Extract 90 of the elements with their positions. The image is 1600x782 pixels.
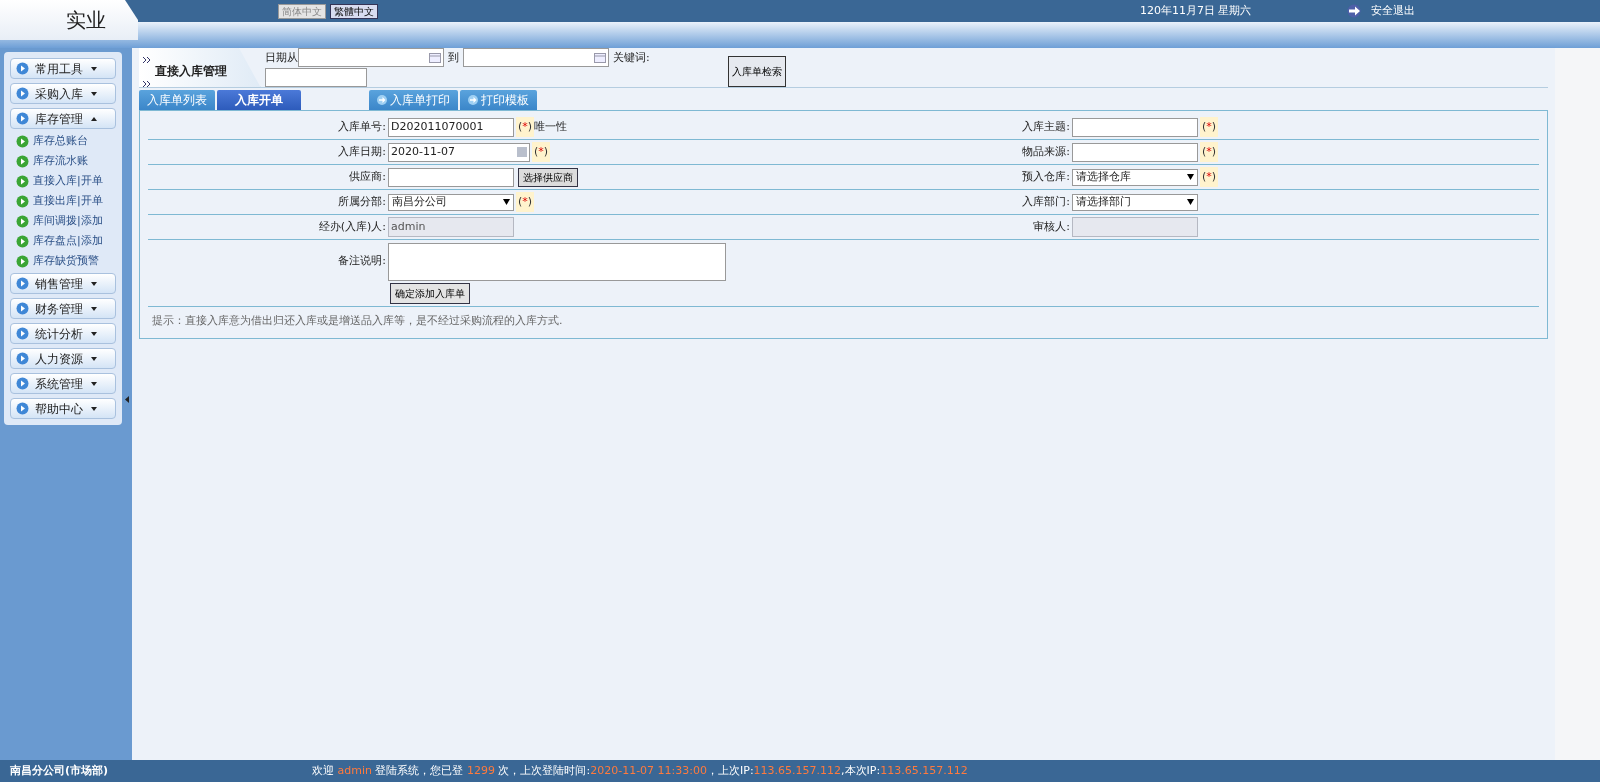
caret-icon bbox=[1187, 174, 1194, 180]
field-label: 关键词: bbox=[613, 49, 650, 66]
menu-link[interactable]: 直接入库|开单 bbox=[33, 172, 103, 190]
input-field[interactable] bbox=[1072, 117, 1198, 137]
caret-icon bbox=[503, 199, 510, 205]
tip-text: 提示：直接入库意为借出归还入库或是增送品入库等，是不经过采购流程的入库方式. bbox=[148, 306, 1539, 334]
date-text: 120年11月7日 星期六 bbox=[1140, 2, 1252, 19]
textarea-field[interactable] bbox=[388, 243, 726, 281]
logo-text: 实业 bbox=[66, 7, 106, 34]
menu-group-button[interactable]: 常用工具 bbox=[10, 58, 116, 79]
arrow-icon bbox=[377, 95, 387, 105]
menu-group-button[interactable]: 人力资源 bbox=[10, 348, 116, 369]
keyword-field[interactable] bbox=[265, 67, 367, 87]
arrow-icon bbox=[468, 95, 478, 105]
input-field[interactable]: 2020-11-07 bbox=[388, 142, 530, 162]
select-button[interactable]: 选择供应商 bbox=[518, 167, 578, 187]
field-label: 入库主题: bbox=[1021, 118, 1071, 135]
menu-group-button[interactable]: 统计分析 bbox=[10, 323, 116, 344]
menu-link[interactable]: 库存盘点|添加 bbox=[33, 232, 103, 250]
field-label: 备注说明: bbox=[337, 253, 387, 269]
welcome-text: 欢迎 admin 登陆系统，您已登 1299 次，上次登陆时间:2020-11-07 11:33:00，上次IP:113.65.157.112,本次IP:113.65.157.112 bbox=[312, 762, 968, 779]
play-icon bbox=[16, 277, 29, 290]
date-field[interactable] bbox=[463, 48, 609, 68]
calendar-icon bbox=[517, 146, 527, 157]
play-icon bbox=[16, 327, 29, 340]
menu-group-button[interactable]: 采购入库 bbox=[10, 83, 116, 104]
collapse-icon bbox=[125, 395, 129, 403]
note-text: 唯一性 bbox=[534, 118, 568, 135]
menu-link[interactable]: 库存缺货预警 bbox=[33, 252, 99, 270]
play-icon bbox=[16, 214, 29, 228]
page-title: 直接入库管理 bbox=[155, 63, 227, 80]
menu-link[interactable]: 库存总账台 bbox=[33, 132, 88, 150]
play-icon bbox=[16, 87, 29, 100]
required-mark: (*) bbox=[1200, 166, 1219, 188]
field-label: 入库单号: bbox=[337, 118, 387, 135]
field-label: 入库部门: bbox=[1021, 193, 1071, 210]
required-mark: (*) bbox=[516, 191, 535, 213]
submit-button[interactable]: 确定添加入库单 bbox=[390, 283, 470, 304]
menu-group-button[interactable]: 系统管理 bbox=[10, 373, 116, 394]
field-label: 日期从 bbox=[265, 49, 298, 66]
field-label: 预入仓库: bbox=[1021, 168, 1071, 185]
search-button[interactable]: 入库单检索 bbox=[727, 56, 786, 87]
menu-group-button[interactable]: 帮助中心 bbox=[10, 398, 116, 419]
play-icon bbox=[16, 134, 29, 148]
input-field[interactable] bbox=[388, 167, 514, 187]
caret-icon bbox=[1187, 199, 1194, 205]
calendar-icon bbox=[594, 52, 606, 63]
tab[interactable]: 入库开单 bbox=[217, 90, 301, 110]
required-mark: (*) bbox=[516, 116, 535, 138]
field-label: 供应商: bbox=[348, 168, 387, 185]
play-icon bbox=[16, 194, 29, 208]
play-icon bbox=[16, 234, 29, 248]
arrow-icon bbox=[1346, 4, 1363, 18]
play-icon bbox=[16, 154, 29, 168]
select-field[interactable]: 请选择部门 bbox=[1072, 193, 1198, 211]
required-mark: (*) bbox=[1200, 141, 1219, 163]
field-label: 物品来源: bbox=[1021, 143, 1071, 160]
required-mark: (*) bbox=[532, 141, 551, 163]
date-field[interactable] bbox=[298, 48, 444, 68]
play-icon bbox=[16, 112, 29, 125]
play-icon bbox=[16, 302, 29, 315]
input-field[interactable] bbox=[1072, 142, 1198, 162]
select-field[interactable]: 南昌分公司 bbox=[388, 193, 514, 211]
chevrons-icon bbox=[143, 57, 151, 63]
menu-link[interactable]: 直接出库|开单 bbox=[33, 192, 103, 210]
field-label: 到 bbox=[448, 49, 459, 66]
field-label: 经办(入库)人: bbox=[317, 218, 387, 235]
logout-link[interactable]: 安全退出 bbox=[1370, 2, 1415, 20]
required-mark: (*) bbox=[1200, 116, 1219, 138]
menu-group-button[interactable]: 财务管理 bbox=[10, 298, 116, 319]
menu-group-button[interactable]: 销售管理 bbox=[10, 273, 116, 294]
play-icon bbox=[16, 402, 29, 415]
play-icon bbox=[16, 377, 29, 390]
play-icon bbox=[16, 62, 29, 75]
chevrons-icon bbox=[143, 81, 151, 87]
calendar-icon bbox=[429, 52, 441, 63]
field-label: 所属分部: bbox=[337, 193, 387, 210]
field-label: 审核人: bbox=[1032, 218, 1071, 235]
select-field[interactable]: 请选择仓库 bbox=[1072, 168, 1198, 186]
play-icon bbox=[16, 352, 29, 365]
input-field[interactable]: D202011070001 bbox=[388, 117, 514, 137]
branch-text: 南昌分公司(市场部) bbox=[9, 762, 110, 779]
menu-group-button[interactable]: 库存管理 bbox=[10, 108, 116, 129]
play-icon bbox=[16, 254, 29, 268]
input-field: admin bbox=[388, 217, 514, 237]
field-label: 入库日期: bbox=[337, 143, 387, 160]
play-icon bbox=[16, 174, 29, 188]
menu-link[interactable]: 库间调拨|添加 bbox=[33, 212, 103, 230]
language-button[interactable]: 繁體中文 bbox=[330, 3, 378, 19]
menu-link[interactable]: 库存流水账 bbox=[33, 152, 88, 170]
